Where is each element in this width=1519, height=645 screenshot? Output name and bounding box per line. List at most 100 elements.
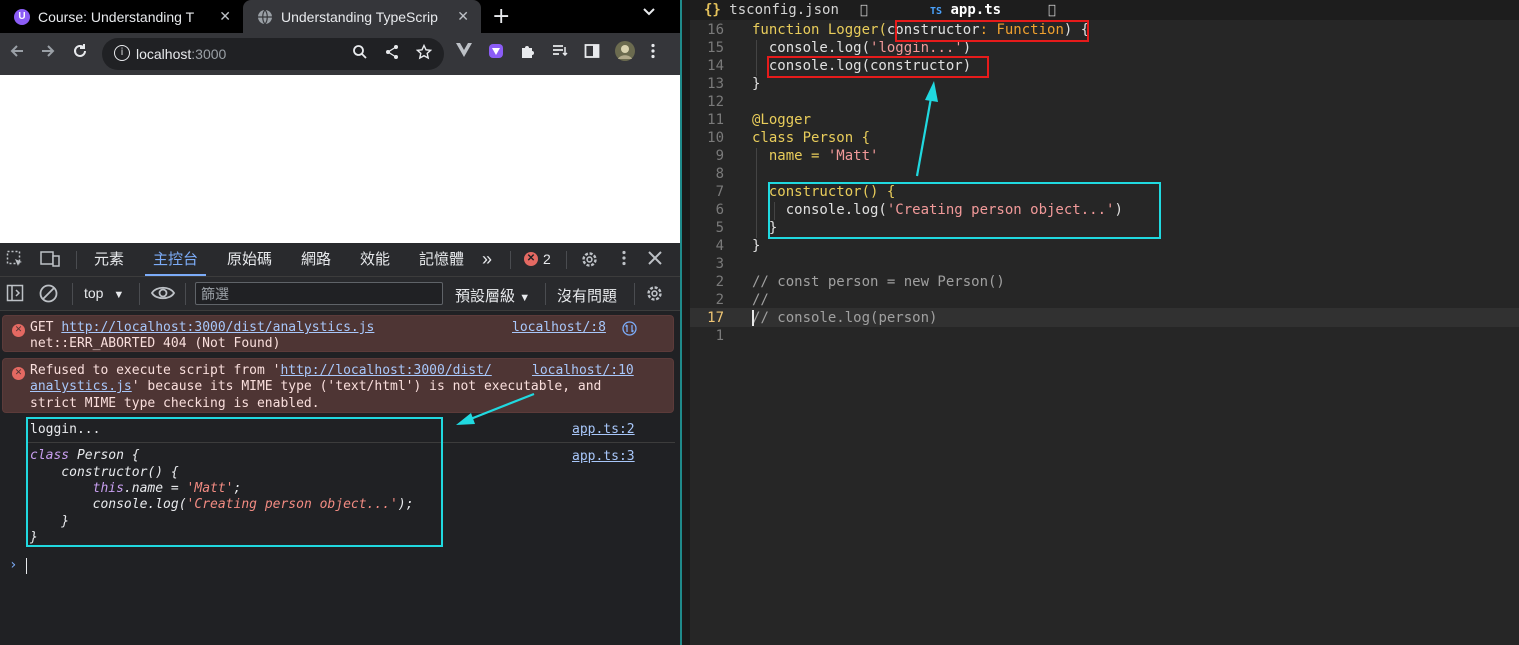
tab-elements[interactable]: 元素 <box>94 243 124 276</box>
line-number: 6 <box>715 202 724 218</box>
tab-tsconfig-json[interactable]: {} tsconfig.json <box>704 2 839 18</box>
profile-avatar[interactable] <box>614 40 636 66</box>
live-expression-eye-icon[interactable] <box>150 284 176 307</box>
settings-gear-icon[interactable] <box>580 250 599 274</box>
site-info-icon[interactable]: i <box>114 45 130 61</box>
tab-app-ts[interactable]: TS app.ts <box>930 2 1001 18</box>
source-link[interactable]: app.ts:2 <box>572 422 635 437</box>
clear-console-icon[interactable] <box>39 284 58 308</box>
close-tab-icon[interactable]: ✕ <box>219 8 231 25</box>
separator <box>634 283 635 305</box>
share-icon[interactable] <box>384 44 400 64</box>
source-link[interactable]: app.ts:3 <box>572 449 635 464</box>
code-line[interactable]: // const person = new Person() <box>752 274 1005 290</box>
console-toolbar: top ▼ 預設層級 ▼ 沒有問題 <box>0 277 680 311</box>
separator <box>185 283 186 305</box>
extension-purple-icon[interactable] <box>488 43 504 63</box>
line-number: 3 <box>715 256 724 272</box>
log-levels-dropdown[interactable]: 預設層級 ▼ <box>455 285 530 306</box>
line-number: 10 <box>707 130 724 146</box>
reading-list-icon[interactable] <box>552 43 568 63</box>
code-line[interactable]: name = 'Matt' <box>752 148 879 164</box>
reload-icon[interactable] <box>71 42 89 65</box>
filter-field[interactable] <box>196 283 442 304</box>
close-devtools-icon[interactable] <box>647 250 663 271</box>
error-icon: ✕ <box>12 367 25 380</box>
context-select[interactable]: top ▼ <box>84 285 124 301</box>
annotation-highlight-box <box>768 182 1161 239</box>
error-url-link[interactable]: http://localhost:3000/dist/ <box>280 363 491 378</box>
error-url-link[interactable]: analystics.js <box>30 379 132 394</box>
line-number: 14 <box>707 58 724 74</box>
tab-memory[interactable]: 記憶體 <box>419 243 464 276</box>
console-settings-gear-icon[interactable] <box>645 284 664 308</box>
issues-link[interactable]: 沒有問題 <box>557 285 617 306</box>
console-input-caret[interactable] <box>26 558 27 574</box>
devtools-tab-bar: 元素 主控台 原始碼 網路 效能 記憶體 » ✕ 2 <box>0 243 680 277</box>
modified-marker-icon: 󰛒 <box>860 3 868 18</box>
error-icon: ✕ <box>12 324 25 337</box>
extensions-puzzle-icon[interactable] <box>520 43 536 63</box>
text-cursor <box>752 310 754 326</box>
code-line[interactable]: class Person { <box>752 130 870 146</box>
annotation-red-box <box>767 56 989 78</box>
browser-window: U Course: Understanding T ✕ Understandin… <box>0 0 680 645</box>
zoom-search-icon[interactable] <box>352 44 368 64</box>
source-link[interactable]: localhost/:8 <box>512 320 606 335</box>
tab-console[interactable]: 主控台 <box>145 243 207 276</box>
code-line[interactable]: @Logger <box>752 112 811 128</box>
line-number: 8 <box>715 166 724 182</box>
code-line[interactable]: } <box>752 76 760 92</box>
tab-sources[interactable]: 原始碼 <box>227 243 272 276</box>
error-url-link[interactable]: http://localhost:3000/dist/analystics.js <box>61 320 374 335</box>
line-number-current: 17 <box>707 310 724 326</box>
line-number: 2 <box>715 274 724 290</box>
code-line[interactable]: console.log('loggin...') <box>752 40 971 56</box>
typescript-file-icon: TS <box>930 6 943 17</box>
source-link[interactable]: localhost/:10 <box>532 363 634 378</box>
line-number: 16 <box>707 22 724 38</box>
vue-devtools-icon[interactable] <box>456 43 472 61</box>
browser-tab-understanding-typescript[interactable]: Understanding TypeScrip ✕ <box>243 0 481 33</box>
annotation-arrow-icon <box>915 81 938 177</box>
code-line[interactable]: } <box>752 238 760 254</box>
udemy-favicon-icon: U <box>14 8 30 25</box>
address-bar[interactable]: i localhost:3000 <box>102 38 444 70</box>
annotation-red-box <box>895 20 1089 42</box>
console-output[interactable]: ✕ GET http://localhost:3000/dist/analyst… <box>0 311 680 645</box>
side-panel-icon[interactable] <box>584 43 600 63</box>
sidebar-toggle-icon[interactable] <box>6 284 24 307</box>
more-tabs-chevron-icon[interactable]: » <box>482 243 492 276</box>
network-request-icon[interactable] <box>622 321 637 340</box>
error-count[interactable]: 2 <box>543 251 551 267</box>
code-line[interactable]: // <box>752 292 769 308</box>
devtools-menu-kebab-icon[interactable] <box>621 250 627 271</box>
console-filter-input[interactable] <box>195 282 443 305</box>
line-number: 15 <box>707 40 724 56</box>
page-viewport[interactable] <box>0 75 680 243</box>
kebab-menu-icon[interactable] <box>650 43 656 63</box>
error-text-line: GET http://localhost:3000/dist/analystic… <box>30 320 375 335</box>
separator <box>545 283 546 305</box>
console-error-message: ✕ GET http://localhost:3000/dist/analyst… <box>2 315 674 352</box>
tab-search-chevron-icon[interactable] <box>642 6 656 21</box>
error-count-icon[interactable]: ✕ <box>524 252 538 266</box>
modified-marker-icon: 󰛒 <box>1048 3 1056 18</box>
line-number: 5 <box>715 220 724 236</box>
new-tab-button[interactable]: + <box>492 4 510 29</box>
tab-performance[interactable]: 效能 <box>360 243 390 276</box>
annotation-highlight-box <box>26 417 443 547</box>
line-number: 13 <box>707 76 724 92</box>
back-arrow-icon[interactable] <box>8 42 26 65</box>
inspect-element-icon[interactable] <box>6 250 24 273</box>
tab-network[interactable]: 網路 <box>301 243 331 276</box>
bookmark-star-icon[interactable] <box>415 43 433 64</box>
forward-arrow-icon[interactable] <box>39 42 57 65</box>
close-tab-icon[interactable]: ✕ <box>457 8 469 25</box>
code-line-current[interactable]: // console.log(person) <box>752 310 937 326</box>
line-number: 7 <box>715 184 724 200</box>
console-prompt-chevron-icon: › <box>9 557 18 573</box>
console-error-message: ✕ Refused to execute script from 'http:/… <box>2 358 674 413</box>
device-toolbar-icon[interactable] <box>40 250 60 273</box>
browser-tab-course[interactable]: U Course: Understanding T ✕ <box>0 0 243 33</box>
